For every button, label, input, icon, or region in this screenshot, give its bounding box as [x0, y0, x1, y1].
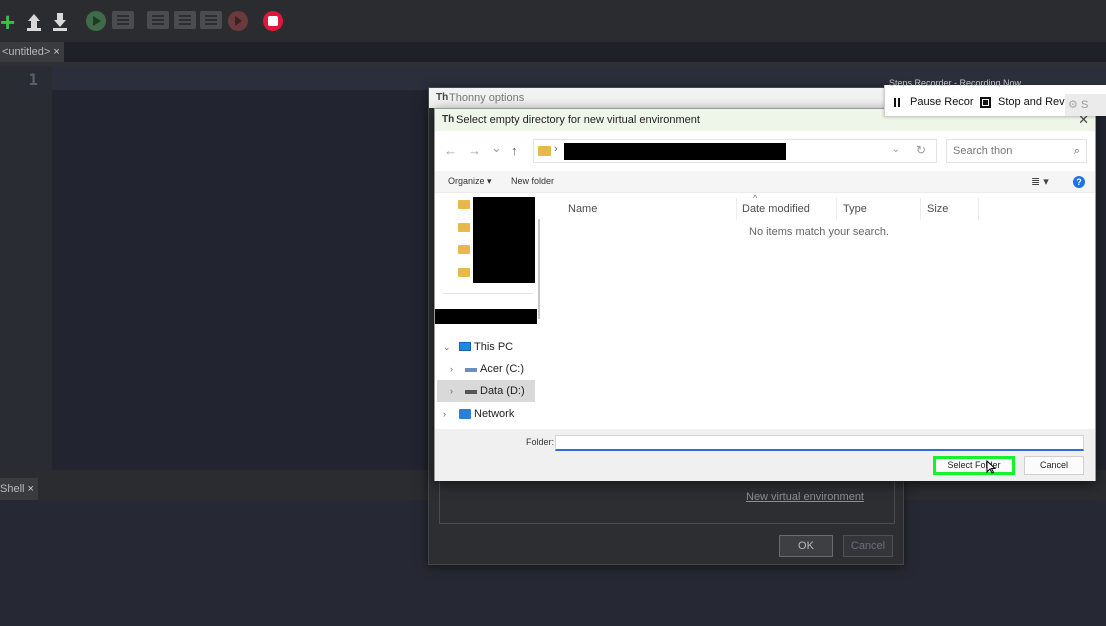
- search-icon: ⌕: [1073, 145, 1080, 157]
- tree-item-label: This PC: [474, 341, 514, 353]
- folder-icon: [538, 146, 551, 156]
- options-titlebar: Th Thonny options: [429, 88, 903, 108]
- empty-message: No items match your search.: [749, 226, 889, 238]
- main-toolbar: +: [0, 0, 1106, 42]
- recorder-title: Steps Recorder - Recording Now: [889, 79, 1022, 87]
- navigation-bar: ← → ⌄ ↑ › ⌄ ↻ Search thon ⌕: [435, 131, 1095, 171]
- thonny-app-icon: Th: [436, 92, 449, 103]
- run-icon[interactable]: [86, 11, 106, 31]
- select-folder-button[interactable]: Select Folder: [933, 456, 1015, 475]
- command-bar: Organize ▾ New folder ≣ ▾ ?: [435, 171, 1095, 193]
- line-number-gutter: 1: [0, 66, 52, 470]
- stop-icon[interactable]: [263, 11, 283, 31]
- thonny-app-icon: Th: [442, 114, 455, 125]
- load-icon[interactable]: [26, 11, 42, 31]
- stop-and-review-button[interactable]: Stop and Rev: [998, 96, 1065, 108]
- redacted-path: [564, 143, 786, 160]
- tree-item-acer-c[interactable]: › Acer (C:): [435, 358, 533, 380]
- back-icon[interactable]: ←: [444, 144, 457, 158]
- folder-label: Folder:: [526, 437, 555, 447]
- column-header-size[interactable]: Size: [921, 198, 979, 220]
- tab-shell-label: Shell: [0, 483, 25, 495]
- search-placeholder: Search thon: [953, 145, 1013, 157]
- tree-item-this-pc[interactable]: ⌄ This PC: [435, 336, 533, 358]
- scrollbar[interactable]: [538, 219, 540, 319]
- dialog-footer: Folder: Select Folder Cancel: [435, 429, 1095, 481]
- tree-item-label: Network: [474, 408, 515, 420]
- settings-label: S: [1081, 99, 1089, 111]
- chevron-down-icon[interactable]: ⌄: [443, 336, 451, 358]
- options-cancel-button[interactable]: Cancel: [843, 535, 893, 557]
- recent-locations-icon[interactable]: ⌄: [491, 141, 502, 155]
- stop-icon: [980, 97, 991, 108]
- file-list[interactable]: ^ Name Date modified Type Size No items …: [543, 193, 1095, 429]
- chevron-right-icon[interactable]: ›: [443, 403, 446, 425]
- help-icon[interactable]: ?: [1073, 176, 1085, 188]
- tree-item-label: Acer (C:): [480, 363, 524, 375]
- interpreter-panel: New virtual environment: [439, 480, 895, 524]
- step-out-icon[interactable]: [200, 11, 222, 29]
- chevron-right-icon[interactable]: ›: [450, 358, 453, 380]
- options-title: Thonny options: [449, 92, 525, 104]
- mouse-cursor-icon: [986, 460, 996, 474]
- network-icon: [459, 409, 471, 419]
- tree-item-label: Data (D:): [480, 385, 525, 397]
- column-header-name[interactable]: Name: [562, 198, 737, 220]
- drive-icon: [465, 368, 477, 372]
- pause-record-button[interactable]: Pause Recor: [910, 96, 974, 108]
- column-header-type[interactable]: Type: [837, 198, 921, 220]
- resume-icon[interactable]: [228, 11, 248, 31]
- chevron-right-icon: ›: [554, 143, 558, 155]
- close-icon[interactable]: ×: [53, 46, 59, 58]
- new-venv-link[interactable]: New virtual environment: [746, 491, 864, 503]
- redacted-quick-access: [473, 197, 535, 283]
- tab-untitled-label: <untitled>: [2, 46, 51, 58]
- folder-field[interactable]: [555, 435, 1084, 451]
- column-header-date-modified[interactable]: Date modified: [736, 198, 837, 220]
- folder-icon[interactable]: [458, 245, 470, 254]
- gear-icon: ⚙: [1068, 99, 1078, 111]
- search-input[interactable]: Search thon ⌕: [946, 139, 1087, 163]
- file-dialog-title: Select empty directory for new virtual e…: [456, 114, 700, 126]
- save-icon[interactable]: [52, 11, 68, 31]
- tree-item-network[interactable]: › Network: [435, 403, 533, 425]
- folder-icon[interactable]: [458, 200, 470, 209]
- up-icon[interactable]: ↑: [511, 144, 518, 158]
- step-over-icon[interactable]: [147, 11, 169, 29]
- pause-icon: [894, 98, 900, 107]
- cancel-button[interactable]: Cancel: [1024, 456, 1084, 475]
- ok-button[interactable]: OK: [779, 535, 833, 557]
- debug-icon[interactable]: [112, 11, 134, 29]
- step-into-icon[interactable]: [174, 11, 196, 29]
- line-number: 1: [28, 70, 38, 89]
- organize-button[interactable]: Organize ▾: [448, 176, 492, 187]
- folder-icon[interactable]: [458, 268, 470, 277]
- new-folder-button[interactable]: New folder: [511, 176, 554, 186]
- address-bar[interactable]: › ⌄ ↻: [533, 139, 937, 163]
- divider: [443, 293, 533, 294]
- close-icon[interactable]: ×: [27, 483, 33, 495]
- tab-shell[interactable]: Shell ×: [0, 478, 38, 500]
- redacted-item: [435, 309, 537, 324]
- steps-recorder-window: Steps Recorder - Recording Now Pause Rec…: [884, 79, 1106, 116]
- pc-icon: [459, 342, 471, 351]
- settings-button[interactable]: ⚙ S: [1065, 94, 1106, 116]
- chevron-right-icon[interactable]: ›: [450, 380, 453, 402]
- tree-item-data-d[interactable]: › Data (D:): [437, 380, 535, 402]
- new-file-icon[interactable]: +: [0, 9, 20, 35]
- select-directory-dialog: Th Select empty directory for new virtua…: [434, 108, 1096, 481]
- view-options-icon[interactable]: ≣ ▾: [1031, 175, 1049, 188]
- refresh-icon[interactable]: ↻: [916, 143, 926, 157]
- folder-icon[interactable]: [458, 223, 470, 232]
- tab-untitled[interactable]: <untitled> ×: [0, 42, 64, 62]
- chevron-down-icon[interactable]: ⌄: [892, 144, 900, 155]
- drive-icon: [465, 390, 477, 394]
- forward-icon[interactable]: →: [468, 144, 481, 158]
- navigation-pane: ⌄ This PC › Acer (C:) › Data (D:) › Netw…: [435, 193, 543, 429]
